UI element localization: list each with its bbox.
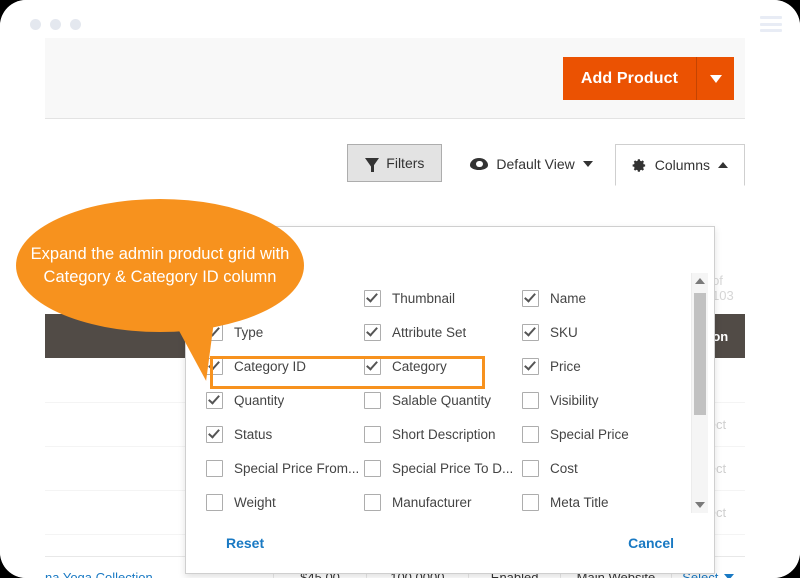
column-checkbox-label: Manufacturer	[392, 494, 472, 510]
checkbox-unchecked-icon[interactable]	[522, 493, 539, 511]
cancel-button[interactable]: Cancel	[622, 534, 680, 552]
columns-panel-footer: Reset Cancel	[186, 513, 714, 573]
column-checkbox-label: Quantity	[234, 392, 285, 408]
triangle-up	[695, 278, 705, 284]
window-controls	[30, 19, 81, 30]
hamburger-line	[760, 16, 782, 19]
column-checkbox-label: Special Price From...	[234, 460, 360, 476]
reset-button[interactable]: Reset	[220, 534, 270, 552]
column-checkbox-item[interactable]: Manufacturer	[364, 485, 522, 513]
window-dot-minimize[interactable]	[50, 19, 61, 30]
default-view-label: Default View	[496, 156, 575, 172]
page-header-strip: Add Product	[45, 38, 745, 119]
column-checkbox-label: Type	[234, 324, 264, 340]
columns-scrollbar[interactable]	[691, 273, 708, 513]
column-checkbox-item[interactable]: Price	[522, 349, 680, 383]
checkbox-unchecked-icon[interactable]	[522, 425, 539, 443]
hamburger-line	[760, 29, 782, 32]
column-checkbox-label: SKU	[550, 324, 578, 340]
gear-icon	[632, 158, 647, 173]
browser-chrome-bar	[0, 0, 800, 36]
checkbox-checked-icon[interactable]	[522, 289, 539, 307]
default-view-button[interactable]: Default View	[456, 144, 606, 184]
column-checkbox-item[interactable]: Visibility	[522, 383, 680, 417]
funnel-icon	[365, 158, 380, 172]
columns-button[interactable]: Columns	[614, 144, 745, 186]
checkbox-checked-icon[interactable]	[206, 391, 223, 409]
column-checkbox-label: Category ID	[234, 358, 307, 374]
column-checkbox-label: Cost	[550, 460, 578, 476]
chevron-down-icon	[582, 161, 593, 167]
checkbox-checked-icon[interactable]	[364, 323, 381, 341]
column-checkbox-label: Special Price	[550, 426, 629, 442]
column-checkbox-item[interactable]: Salable Quantity	[364, 383, 522, 417]
checkbox-unchecked-icon[interactable]	[364, 391, 381, 409]
checkbox-checked-icon[interactable]	[364, 289, 381, 307]
column-checkbox-label: Price	[550, 358, 581, 374]
screenshot-root: Add Product Filters Default View Columns…	[0, 0, 800, 578]
column-checkbox-item[interactable]: Special Price	[522, 417, 680, 451]
checkbox-unchecked-icon[interactable]	[206, 493, 223, 511]
checkbox-checked-icon[interactable]	[206, 425, 223, 443]
column-checkbox-item[interactable]: Attribute Set	[364, 315, 522, 349]
columns-label: Columns	[654, 157, 710, 173]
column-checkbox-label: Weight	[234, 494, 276, 510]
column-checkbox-label: Category	[392, 358, 447, 374]
add-product-split-button: Add Product	[562, 57, 734, 100]
column-checkbox-label: Visibility	[550, 392, 599, 408]
scrollbar-thumb[interactable]	[694, 293, 706, 415]
grid-toolbar-controls: Filters Default View Columns	[347, 144, 745, 186]
column-checkbox-item[interactable]: SKU	[522, 315, 680, 349]
grid-toolbar: Filters Default View Columns	[45, 144, 745, 186]
column-checkbox-item[interactable]: Name	[522, 281, 680, 315]
column-checkbox-label: Name	[550, 290, 587, 306]
add-product-button[interactable]: Add Product	[562, 57, 696, 100]
column-checkbox-item[interactable]: Short Description	[364, 417, 522, 451]
checkbox-unchecked-icon[interactable]	[522, 459, 539, 477]
chevron-up-icon	[718, 162, 728, 168]
callout-text: Expand the admin product grid with Categ…	[30, 244, 290, 286]
column-checkbox-item[interactable]: Cost	[522, 451, 680, 485]
browser-window: Add Product Filters Default View Columns…	[0, 0, 800, 578]
scroll-down-arrow-icon[interactable]	[692, 497, 708, 513]
caret-down-icon	[724, 574, 735, 578]
checkbox-unchecked-icon[interactable]	[364, 493, 381, 511]
checkbox-checked-icon[interactable]	[522, 357, 539, 375]
column-checkbox-item[interactable]: Quantity	[206, 383, 364, 417]
column-checkbox-label: Salable Quantity	[392, 392, 492, 408]
column-checkbox-label: Meta Title	[550, 494, 609, 510]
column-checkbox-item[interactable]: Meta Title	[522, 485, 680, 513]
column-checkbox-label: Short Description	[392, 426, 496, 442]
column-checkbox-label: Status	[234, 426, 273, 442]
checkbox-checked-icon[interactable]	[364, 357, 381, 375]
column-checkbox-label: Thumbnail	[392, 290, 456, 306]
checkbox-checked-icon[interactable]	[522, 323, 539, 341]
column-checkbox-item[interactable]: Weight	[206, 485, 364, 513]
checkbox-unchecked-icon[interactable]	[522, 391, 539, 409]
hamburger-icon[interactable]	[760, 16, 782, 32]
column-checkbox-item[interactable]: Thumbnail	[364, 281, 522, 315]
column-checkbox-item[interactable]: Category	[364, 349, 522, 383]
column-checkbox-label: Special Price To D...	[392, 460, 514, 476]
window-dot-close[interactable]	[30, 19, 41, 30]
hamburger-line	[760, 22, 782, 26]
filters-button[interactable]: Filters	[347, 144, 443, 182]
caret-down-icon	[709, 74, 722, 83]
eye-icon	[470, 158, 489, 170]
add-product-dropdown-toggle[interactable]	[696, 57, 734, 100]
checkbox-unchecked-icon[interactable]	[206, 459, 223, 477]
column-checkbox-item[interactable]: Special Price From...	[206, 451, 364, 485]
pagination-total: of 103	[712, 272, 734, 303]
window-dot-maximize[interactable]	[70, 19, 81, 30]
filters-label: Filters	[386, 155, 425, 171]
column-checkbox-label: Attribute Set	[392, 324, 467, 340]
triangle-down	[695, 502, 705, 508]
admin-page: Add Product Filters Default View Columns…	[0, 36, 800, 578]
checkbox-unchecked-icon[interactable]	[364, 425, 381, 443]
scroll-up-arrow-icon[interactable]	[692, 273, 708, 289]
column-checkbox-item[interactable]: Status	[206, 417, 364, 451]
column-checkbox-item[interactable]: Special Price To D...	[364, 451, 522, 485]
checkbox-unchecked-icon[interactable]	[364, 459, 381, 477]
callout-bubble: Expand the admin product grid with Categ…	[16, 199, 304, 332]
